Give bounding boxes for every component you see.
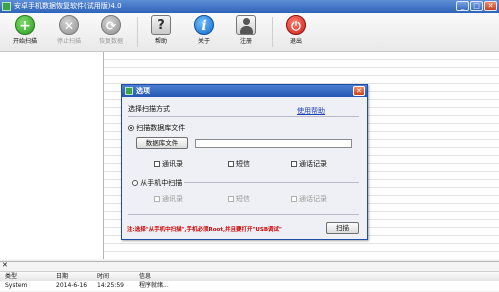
title-bar: 安卓手机数据恢复软件(试用版)4.0 _ □ ✕ [0, 0, 499, 13]
scan-mode-label: 选择扫描方式 [128, 105, 170, 113]
scan-phone-label: 从手机中扫描 [140, 179, 183, 187]
log-date: 2014-6-16 [56, 282, 88, 289]
log-close-button[interactable]: ✕ [2, 261, 8, 269]
phone-check-calls[interactable]: 通话记录 [291, 194, 327, 204]
window-controls: _ □ ✕ [456, 1, 497, 11]
db-check-sms[interactable]: 短信 [228, 159, 250, 169]
checkbox[interactable] [154, 196, 160, 202]
phone-check-sms[interactable]: 短信 [228, 194, 250, 204]
scan-phone-radio[interactable] [132, 180, 138, 186]
phone-check-contacts-label: 通讯录 [162, 195, 183, 203]
scan-phone-option[interactable]: 从手机中扫描 [132, 178, 182, 188]
stop-scan-button[interactable]: ✕ 停止扫描 [49, 15, 89, 49]
db-check-contacts[interactable]: 通讯录 [154, 159, 183, 169]
dialog-title: 选项 [136, 87, 150, 95]
app-icon [2, 2, 11, 11]
toolbar-separator [272, 17, 273, 47]
checkbox[interactable] [154, 161, 160, 167]
divider [184, 182, 359, 183]
log-panel-header: ✕ [0, 261, 499, 271]
scan-button[interactable]: 扫描 [326, 222, 359, 234]
window-title: 安卓手机数据恢复软件(试用版)4.0 [14, 2, 122, 10]
db-path-input[interactable] [195, 139, 352, 148]
checkbox[interactable] [228, 161, 234, 167]
phone-check-contacts[interactable]: 通讯录 [154, 194, 183, 204]
help-button[interactable]: ? 帮助 [141, 15, 181, 49]
recover-icon: ⟳ [101, 15, 121, 35]
toolbar: + 开始扫描 ✕ 停止扫描 ⟳ 恢复数据 ? 帮助 i 关于 注册 ⏻ 退出 [0, 13, 499, 52]
scan-db-radio[interactable] [128, 125, 134, 131]
log-time: 14:25:59 [97, 282, 124, 289]
scan-db-option[interactable]: 扫描数据库文件 [128, 123, 185, 133]
close-button[interactable]: ✕ [484, 1, 497, 11]
start-scan-label: 开始扫描 [12, 38, 37, 45]
about-label: 关于 [197, 38, 210, 45]
dialog-app-icon [125, 87, 133, 95]
scan-db-label: 扫描数据库文件 [136, 124, 186, 132]
maximize-button[interactable]: □ [470, 1, 483, 11]
column-header-info[interactable]: 信息 [139, 272, 151, 281]
help-label: 帮助 [154, 38, 167, 45]
stop-scan-label: 停止扫描 [56, 38, 81, 45]
db-check-calls-label: 通话记录 [299, 160, 327, 168]
user-icon [236, 15, 256, 35]
checkbox[interactable] [291, 196, 297, 202]
dialog-close-button[interactable]: ✕ [353, 86, 365, 96]
exit-button[interactable]: ⏻ 退出 [276, 15, 316, 49]
divider [128, 116, 359, 117]
dialog-title-bar: 选项 ✕ [122, 85, 367, 97]
recover-data-label: 恢复数据 [98, 38, 123, 45]
log-type: System [5, 282, 28, 289]
toolbar-separator [137, 17, 138, 47]
checkbox[interactable] [228, 196, 234, 202]
help-icon: ? [151, 15, 171, 35]
divider [128, 214, 359, 215]
minimize-button[interactable]: _ [456, 1, 469, 11]
db-check-sms-label: 短信 [236, 160, 250, 168]
power-icon: ⏻ [286, 15, 306, 35]
column-header-type[interactable]: 类型 [5, 272, 17, 281]
column-header-time[interactable]: 时间 [97, 272, 109, 281]
options-dialog: 选项 ✕ 选择扫描方式 使用帮助 扫描数据库文件 数据库文件 通讯录 短信 通话… [121, 84, 368, 240]
db-check-contacts-label: 通讯录 [162, 160, 183, 168]
checkbox[interactable] [291, 161, 297, 167]
table-row[interactable]: System 2014-6-16 14:25:59 程序就绪... [0, 281, 499, 291]
root-warning-text: 注:选择"从手机中扫描",手机必须Root,并且要打开"USB调试" [127, 227, 282, 233]
db-file-button[interactable]: 数据库文件 [136, 137, 188, 149]
exit-label: 退出 [289, 38, 302, 45]
register-button[interactable]: 注册 [226, 15, 266, 49]
db-check-calls[interactable]: 通话记录 [291, 159, 327, 169]
column-header-date[interactable]: 日期 [56, 272, 68, 281]
info-icon: i [194, 15, 214, 35]
stop-icon: ✕ [59, 15, 79, 35]
register-label: 注册 [239, 38, 252, 45]
about-button[interactable]: i 关于 [184, 15, 224, 49]
sidebar-tree[interactable] [0, 52, 104, 259]
usage-help-link[interactable]: 使用帮助 [297, 106, 325, 116]
plus-icon: + [15, 15, 35, 35]
phone-check-calls-label: 通话记录 [299, 195, 327, 203]
start-scan-button[interactable]: + 开始扫描 [5, 15, 45, 49]
recover-data-button[interactable]: ⟳ 恢复数据 [91, 15, 131, 49]
phone-check-sms-label: 短信 [236, 195, 250, 203]
log-info: 程序就绪... [139, 282, 169, 289]
